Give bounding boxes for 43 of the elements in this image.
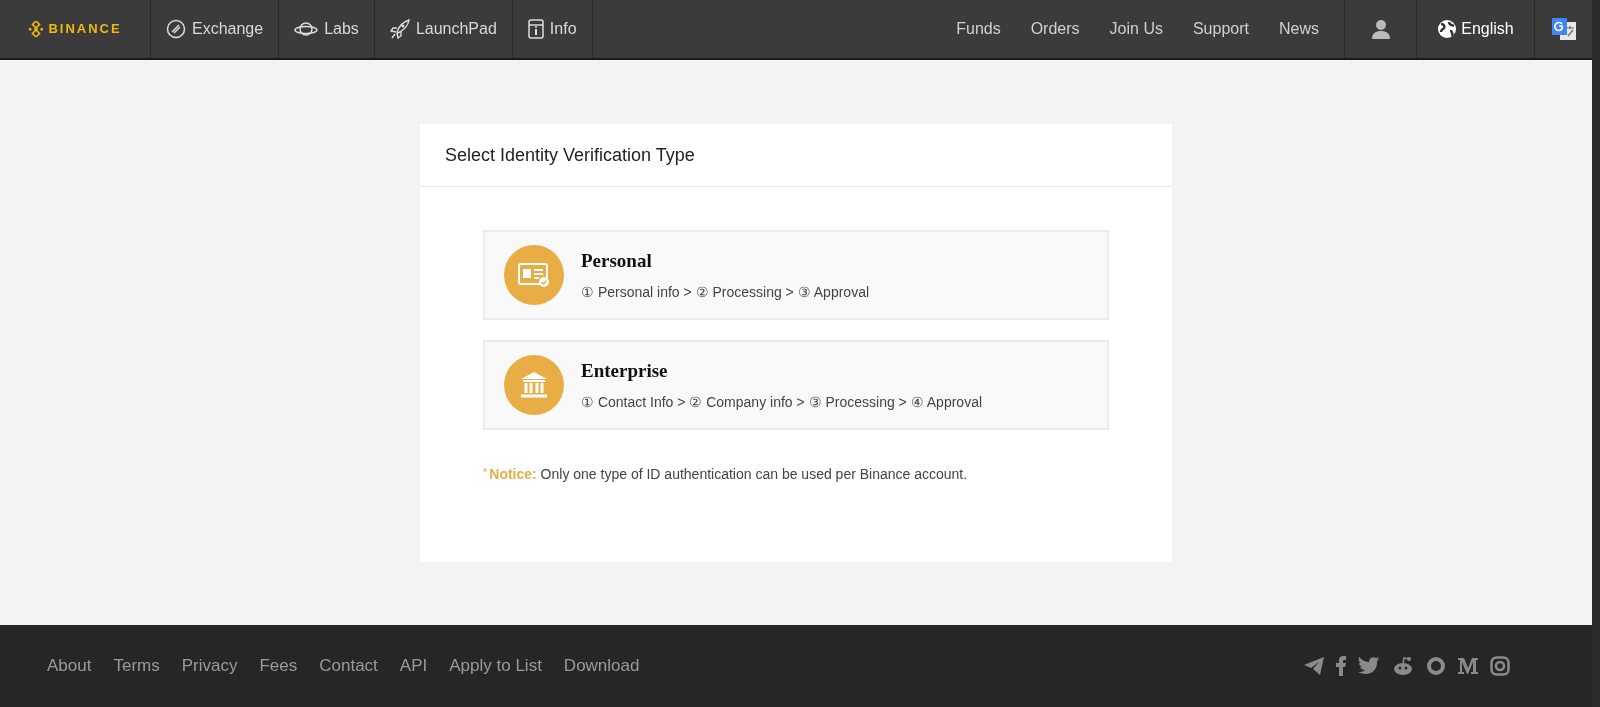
nav-item[interactable]: Labs xyxy=(278,0,374,58)
footer-link[interactable]: Fees xyxy=(259,653,298,679)
notice-text: *Notice: Only one type of ID authentication can be used per Binance account. xyxy=(483,465,969,484)
letter-m-icon xyxy=(1458,658,1478,674)
info-icon xyxy=(527,19,544,39)
diamond-logo-icon xyxy=(28,21,45,37)
footer-link[interactable]: Apply to List xyxy=(449,653,542,679)
twitter-icon xyxy=(1358,657,1380,675)
card-title: Select Identity Verification Type xyxy=(420,124,1172,187)
verification-option[interactable]: Personal ① Personal info > ② Processing > ③ Approval xyxy=(483,230,1109,320)
footer-link[interactable]: Contact xyxy=(319,653,378,679)
footer-link[interactable]: Download xyxy=(563,653,640,679)
binance-logo[interactable]: BINANCE xyxy=(0,0,150,58)
footer-link[interactable]: Terms xyxy=(113,653,160,679)
translate-icon xyxy=(1550,16,1577,42)
alien-face-icon xyxy=(1392,656,1414,676)
user-icon xyxy=(1370,19,1391,39)
nav-item[interactable]: Exchange xyxy=(150,0,279,58)
facebook-icon xyxy=(1336,656,1346,676)
paper-plane-icon xyxy=(1304,657,1324,675)
footer-link[interactable]: API xyxy=(399,653,428,679)
option-steps: ① Contact Info > ② Company info > ③ Processing > ④ Approval xyxy=(581,391,983,413)
verification-option[interactable]: Enterprise ① Contact Info > ② Company info > ③ Processing > ④ Approval xyxy=(483,340,1109,430)
planet-icon xyxy=(294,20,319,38)
globe-icon xyxy=(1437,19,1458,39)
id-card-icon xyxy=(518,262,550,288)
nav-link[interactable]: Orders xyxy=(1030,17,1080,41)
nav-link[interactable]: Funds xyxy=(956,17,1001,41)
language-button[interactable]: English xyxy=(1416,0,1534,58)
nav-link[interactable]: News xyxy=(1279,17,1319,41)
footer-link[interactable]: About xyxy=(47,653,92,679)
nav-item[interactable]: Info xyxy=(511,0,593,58)
bank-building-icon xyxy=(519,371,549,399)
nav-link[interactable]: Support xyxy=(1192,17,1249,41)
option-title: Personal xyxy=(581,249,653,274)
footer-link[interactable]: Privacy xyxy=(181,653,238,679)
slashed-circle-icon xyxy=(166,19,186,39)
nav-link[interactable]: Join Us xyxy=(1109,17,1163,41)
option-steps: ① Personal info > ② Processing > ③ Approval xyxy=(581,281,870,303)
rocket-icon xyxy=(389,19,410,39)
nav-item[interactable]: LaunchPad xyxy=(373,0,512,58)
camera-icon xyxy=(1490,656,1510,676)
option-title: Enterprise xyxy=(581,359,669,384)
